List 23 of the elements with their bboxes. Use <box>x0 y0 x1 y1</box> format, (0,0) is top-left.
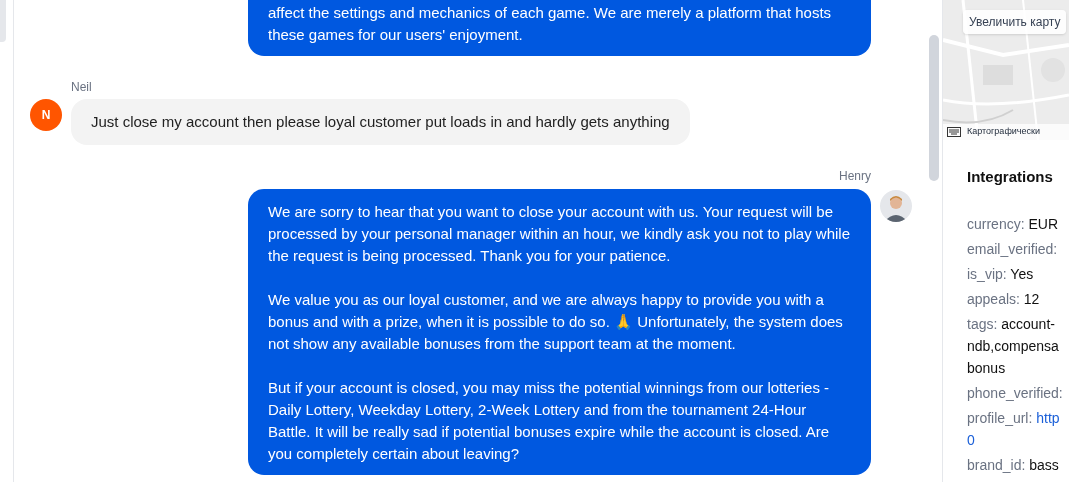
field-row-text: brand_id: bass <box>967 455 1060 475</box>
author-name: Henry <box>839 168 871 185</box>
scrollbar <box>0 0 6 42</box>
map-attribution: Картографически <box>967 125 1040 139</box>
avatar <box>880 190 912 222</box>
scrollbar-thumb[interactable] <box>929 35 939 181</box>
field-row-text: currency: EUR <box>967 214 1060 234</box>
field-row-text: is_vip: Yes <box>967 264 1035 284</box>
field-row-text: profile_url: http 0 <box>967 408 1061 450</box>
message-text: Just close my account then please loyal customer put loads in and hardly gets anything <box>91 112 670 132</box>
field-row-text: tags: account- ndb,compensa bonus <box>967 314 1060 378</box>
message-text: We are sorry to hear that you want to close your account with us. Your request will be processed by your personal manager within an hour, we kindly ask you not to play while the request is being processed. Thank you for your patience. <box>268 202 851 266</box>
field-row-text: email_verified: <box>967 239 1059 259</box>
message-text: But if your account is closed, you may miss the potential winnings from our lotteries - Daily Lottery, Weekday Lottery, 2-Week Lottery and from the tournament 24-Hour Battle. It will be really sad if potential bonuses expire while the account is closed. Are you completely certain about leaving? <box>268 378 831 464</box>
zoom-map-button[interactable]: Увеличить карту <box>963 10 1067 34</box>
section-title: Integrations <box>967 167 1054 187</box>
keyboard-icon[interactable] <box>947 127 961 137</box>
author-name: Neil <box>71 79 93 96</box>
message-text: We value you as our loyal customer, and we are always happy to provide you with a bonus and with a prize, when it is possible to do so. 🙏 Unfortunately, the system does not show any available bonuses from the support team at the moment. <box>268 290 844 354</box>
field-row-text: phone_verified: <box>967 383 1064 403</box>
field-row-text: appeals: 12 <box>967 289 1041 309</box>
avatar: N <box>30 99 62 131</box>
message-text: affect the settings and mechanics of each game. We are merely a platform that hosts these games for our users' enjoyment. <box>268 3 833 45</box>
